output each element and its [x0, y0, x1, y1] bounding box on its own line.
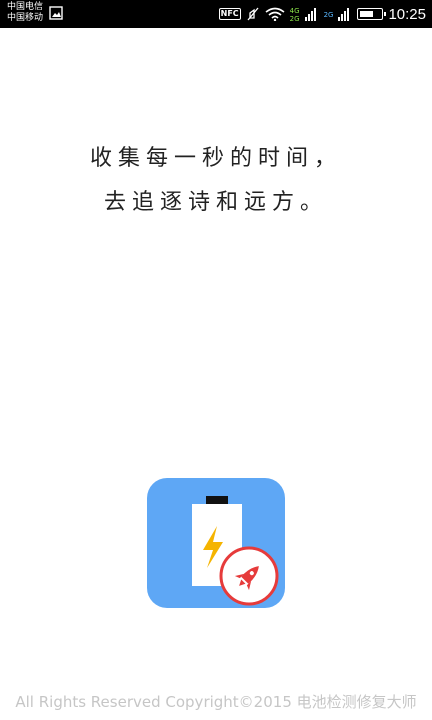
wifi-icon — [265, 7, 285, 21]
battery-cap — [206, 496, 228, 504]
splash-quote-line-2: 去追逐诗和远方。 — [103, 190, 328, 215]
battery-icon — [357, 8, 387, 20]
battery-level-fill — [360, 11, 374, 17]
status-bar: 中国电信 中国移动 NFC 4G 2G 2G 10:25 — [0, 0, 432, 28]
carrier-1: 中国电信 — [7, 2, 44, 12]
gallery-icon — [49, 6, 63, 20]
network-tag-2g-b: 2G — [323, 10, 334, 19]
mute-icon — [247, 7, 259, 21]
splash-quote-line-1: 收集每一秒的时间， — [89, 146, 342, 171]
network-type-tags-2: 2G — [324, 11, 334, 19]
copyright-footer: All Rights Reserved Copyright©2015 电池检测修… — [15, 693, 417, 711]
nfc-icon: NFC — [218, 8, 241, 20]
signal-icon — [304, 8, 316, 21]
status-icons: NFC 4G 2G 2G 10:25 — [218, 0, 426, 28]
network-tag-2g: 2G — [289, 14, 300, 23]
app-logo — [147, 478, 285, 608]
network-tag-4g: 4G — [289, 6, 300, 15]
app-logo-graphic — [192, 496, 279, 606]
signal-icon-2 — [338, 8, 350, 21]
network-type-tags: 4G 2G — [290, 7, 300, 23]
clock: 10:25 — [388, 5, 426, 23]
carrier-info: 中国电信 中国移动 — [7, 2, 43, 24]
carrier-2: 中国移动 — [7, 13, 44, 23]
